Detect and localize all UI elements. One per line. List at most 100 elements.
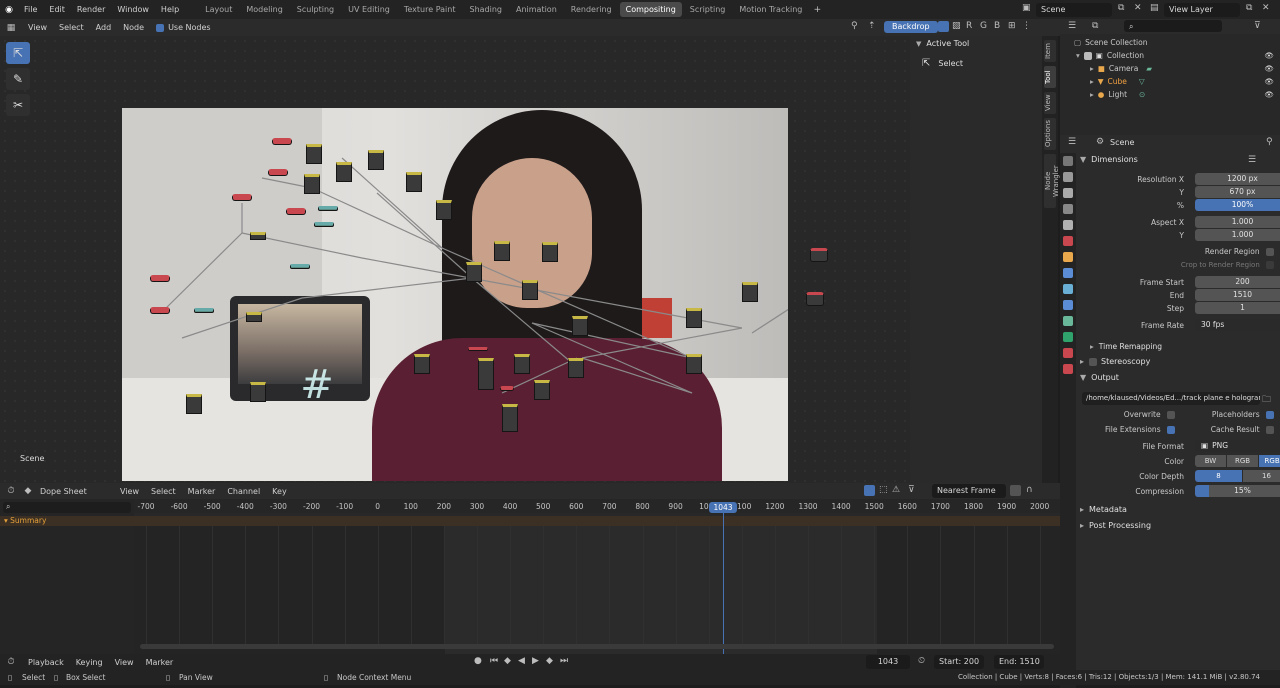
node[interactable] <box>414 354 430 374</box>
outliner-item-camera[interactable]: ▸ ■ Camera ▰ 👁 <box>1090 64 1276 73</box>
channel-green-icon[interactable]: G <box>980 21 987 31</box>
eye-icon[interactable]: 👁 <box>1264 77 1274 86</box>
end-frame-field[interactable]: End: 1510 <box>994 655 1044 669</box>
play-reverse-icon[interactable]: ◀ <box>518 656 525 666</box>
view-layer-tab-icon[interactable] <box>1063 204 1073 214</box>
frame-start-field[interactable]: 200 <box>1195 276 1280 288</box>
tab-options[interactable]: Options <box>1044 118 1056 150</box>
properties-editor-icon[interactable]: ☰ <box>1068 137 1076 147</box>
world-tab-icon[interactable] <box>1063 236 1073 246</box>
only-errors-icon[interactable]: ⚠ <box>892 485 900 495</box>
snapping-dropdown[interactable]: Nearest Frame <box>932 484 1006 498</box>
outliner-item-collection[interactable]: ▾ ▣ Collection 👁 <box>1076 51 1276 60</box>
crop-region-checkbox[interactable] <box>1266 261 1274 269</box>
color-depth-16-button[interactable]: 16 <box>1243 470 1280 482</box>
node[interactable] <box>542 242 558 262</box>
new-view-layer-icon[interactable]: ⧉ <box>1246 3 1252 13</box>
placeholders-row[interactable]: Placeholders <box>1178 410 1274 419</box>
node-menu-add[interactable]: Add <box>90 23 118 32</box>
snap-icon[interactable]: ⋮ <box>1022 21 1031 31</box>
cut-links-tool-button[interactable]: ✂ <box>6 94 30 116</box>
node[interactable] <box>468 347 488 351</box>
editor-type-icon[interactable]: ▦ <box>0 23 22 33</box>
presets-icon[interactable]: ☰ <box>1248 155 1256 165</box>
outliner-editor-icon[interactable]: ☰ <box>1068 21 1076 31</box>
crop-region-row[interactable]: Crop to Render Region <box>1160 261 1274 269</box>
node[interactable] <box>478 358 494 390</box>
render-region-row[interactable]: Render Region <box>1160 247 1274 256</box>
jump-start-icon[interactable]: ⏮ <box>490 656 498 666</box>
expand-icon[interactable]: ▸ <box>1090 77 1094 86</box>
tab-modeling[interactable]: Modeling <box>240 2 288 17</box>
modifier-tab-icon[interactable] <box>1063 268 1073 278</box>
node[interactable] <box>568 358 584 378</box>
tab-layout[interactable]: Layout <box>199 2 238 17</box>
play-icon[interactable]: ▶ <box>532 656 539 666</box>
current-frame-field[interactable]: 1043 <box>866 655 910 669</box>
horizontal-scrollbar[interactable] <box>140 644 1054 649</box>
tab-tool[interactable]: Tool <box>1044 66 1056 88</box>
frame-step-field[interactable]: 1 <box>1195 302 1280 314</box>
ds-menu-channel[interactable]: Channel <box>221 487 266 496</box>
menu-file[interactable]: File <box>18 5 43 14</box>
node[interactable] <box>686 308 702 328</box>
filter-icon[interactable]: ⊽ <box>1254 21 1261 31</box>
node[interactable] <box>250 232 266 240</box>
jump-end-icon[interactable]: ⏭ <box>560 656 568 666</box>
frame-rate-dropdown[interactable]: 30 fps <box>1195 319 1280 331</box>
tab-view[interactable]: View <box>1044 92 1056 114</box>
dopesheet-body[interactable]: ⌕ ▾ Summary -700 -600 -500 -400 -300 -200 -100… <box>0 499 1060 654</box>
node[interactable] <box>368 150 384 170</box>
color-bw-button[interactable]: BW <box>1195 455 1226 467</box>
render-region-checkbox[interactable] <box>1266 248 1274 256</box>
frame-ruler[interactable]: -700 -600 -500 -400 -300 -200 -100 0 100 200 300 40… <box>134 499 1060 513</box>
node[interactable] <box>268 169 288 176</box>
backdrop-channels-icon[interactable] <box>938 21 949 32</box>
node[interactable] <box>232 194 252 201</box>
use-nodes-checkbox[interactable] <box>156 23 165 32</box>
metadata-header[interactable]: ▸ Metadata <box>1080 505 1127 514</box>
node[interactable] <box>306 144 322 164</box>
channel-red-icon[interactable]: R <box>966 21 972 31</box>
node[interactable] <box>436 200 452 220</box>
channel-blue-icon[interactable]: B <box>994 21 1000 31</box>
color-depth-8-button[interactable]: 8 <box>1195 470 1242 482</box>
outliner-root[interactable]: ▢ Scene Collection <box>1074 38 1147 47</box>
node[interactable] <box>406 172 422 192</box>
physics-tab-icon[interactable] <box>1063 300 1073 310</box>
constraints-tab-icon[interactable] <box>1063 316 1073 326</box>
object-tab-icon[interactable] <box>1063 252 1073 262</box>
file-extensions-checkbox[interactable] <box>1167 426 1175 434</box>
output-path-input[interactable]: /home/klaused/Videos/Ed.../track plane e… <box>1082 392 1260 405</box>
render-tab-icon[interactable] <box>1063 172 1073 182</box>
node[interactable] <box>806 292 824 306</box>
eye-icon[interactable]: 👁 <box>1264 51 1274 60</box>
parent-node-tree-icon[interactable]: ⇡ <box>868 21 876 31</box>
node-menu-select[interactable]: Select <box>53 23 90 32</box>
node[interactable] <box>314 222 334 227</box>
tab-uv-editing[interactable]: UV Editing <box>342 2 396 17</box>
blender-logo-icon[interactable]: ◉ <box>0 5 18 15</box>
tl-menu-view[interactable]: View <box>109 658 140 667</box>
outliner-item-cube[interactable]: ▸ ▼ Cube ▽ 👁 <box>1090 77 1276 86</box>
node[interactable] <box>572 316 588 336</box>
proportional-icon[interactable] <box>1010 485 1021 496</box>
tab-sculpting[interactable]: Sculpting <box>291 2 340 17</box>
filter-icon[interactable]: ⊽ <box>908 485 915 495</box>
tl-menu-keying[interactable]: Keying <box>70 658 109 667</box>
node[interactable] <box>742 282 758 302</box>
select-tool-button[interactable]: ⇱ <box>6 42 30 64</box>
node-menu-node[interactable]: Node <box>117 23 150 32</box>
node-editor-canvas[interactable]: # Scene <box>0 36 910 483</box>
exclude-checkbox[interactable] <box>1083 51 1092 60</box>
eye-icon[interactable]: 👁 <box>1264 90 1274 99</box>
jump-keyframe-forward-icon[interactable]: ◆ <box>546 656 553 666</box>
post-processing-header[interactable]: ▸ Post Processing <box>1080 521 1151 530</box>
expand-icon[interactable]: ▸ <box>1090 64 1094 73</box>
file-format-dropdown[interactable]: ▣ PNG <box>1195 440 1280 452</box>
collapse-triangle-icon[interactable]: ▼ <box>916 40 921 48</box>
placeholders-checkbox[interactable] <box>1266 411 1274 419</box>
tab-node-wrangler[interactable]: Node Wrangler <box>1044 154 1060 208</box>
node[interactable] <box>522 280 538 300</box>
node[interactable] <box>494 241 510 261</box>
